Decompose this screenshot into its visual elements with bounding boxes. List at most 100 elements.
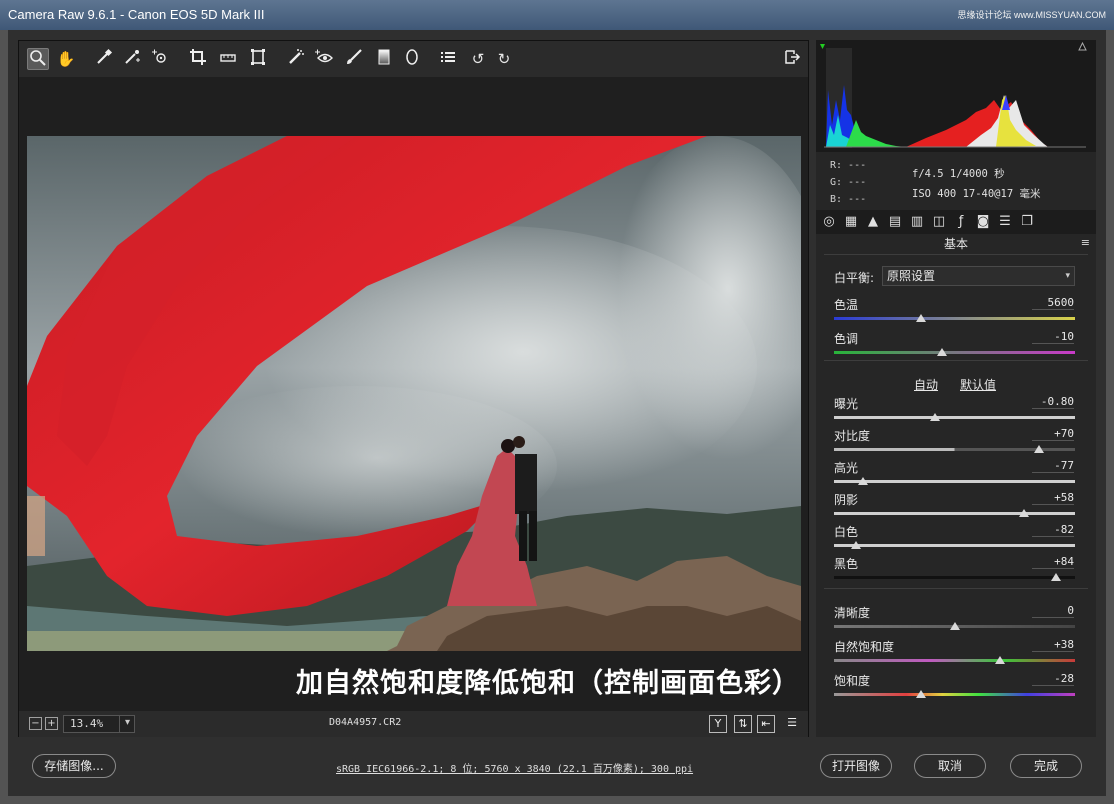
red-eye-icon[interactable] (313, 48, 335, 70)
graduated-filter-icon[interactable] (373, 48, 395, 70)
saturation-slider-thumb[interactable] (915, 690, 926, 698)
temperature-slider-thumb[interactable] (915, 314, 926, 322)
temperature-value-field[interactable]: 5600 (1032, 296, 1074, 310)
highlight-clip-icon[interactable] (1078, 42, 1090, 54)
hand-icon[interactable]: ✋ (55, 48, 77, 70)
color-sampler-icon[interactable] (121, 48, 143, 70)
shadows-slider-thumb[interactable] (1019, 509, 1030, 517)
whites-slider[interactable] (834, 544, 1075, 547)
radial-filter-icon[interactable] (401, 48, 423, 70)
camera-calibration-tab-icon[interactable]: ◙ (974, 213, 992, 231)
whites-label: 白色 (834, 525, 859, 539)
done-button[interactable]: 完成 (1010, 754, 1082, 778)
preferences-icon[interactable] (437, 48, 459, 70)
tint-slider-thumb[interactable] (937, 348, 948, 356)
chevron-down-icon[interactable]: ▾ (119, 715, 135, 733)
rgb-readout: R: --- G: --- B: --- (830, 157, 866, 208)
zoom-out-button[interactable]: − (29, 717, 42, 730)
saturation-slider[interactable] (834, 693, 1075, 696)
detail-tab-icon[interactable]: ▲ (864, 213, 882, 231)
shadows-value-field[interactable]: +58 (1032, 491, 1074, 505)
divider (824, 588, 1088, 589)
vibrance-slider[interactable] (834, 659, 1075, 662)
basic-tab-icon[interactable]: ◎ (820, 213, 838, 231)
exposure-slider[interactable] (834, 416, 1075, 419)
tint-value-field[interactable]: -10 (1032, 330, 1074, 344)
title-bar[interactable]: Camera Raw 9.6.1 - Canon EOS 5D Mark III… (0, 0, 1114, 30)
snapshots-tab-icon[interactable]: ❐ (1018, 213, 1036, 231)
exposure-info: f/4.5 1/4000 秒 (912, 168, 1005, 180)
contrast-value-field[interactable]: +70 (1032, 427, 1074, 441)
straighten-icon[interactable] (217, 48, 239, 70)
exposure-slider-thumb[interactable] (930, 413, 941, 421)
workflow-options-link[interactable]: sRGB IEC61966-2.1; 8 位; 5760 x 3840 (22.… (336, 760, 693, 775)
clarity-slider-thumb[interactable] (949, 622, 960, 630)
exposure-label: 曝光 (834, 397, 859, 411)
whites-slider-thumb[interactable] (850, 541, 861, 549)
rgb-r: R: --- (830, 160, 867, 171)
image-caption: 加自然饱和度降低饱和（控制画面色彩） (296, 668, 800, 699)
vibrance-slider-thumb[interactable] (995, 656, 1006, 664)
effects-tab-icon[interactable]: ƒ (952, 213, 970, 231)
panel-tabs: ◎ ▦ ▲ ▤ ▥ ◫ ƒ ◙ ☰ ❐ (816, 210, 1096, 234)
blacks-slider-thumb[interactable] (1050, 573, 1061, 581)
tint-slider[interactable] (834, 351, 1075, 354)
temperature-label: 色温 (834, 298, 859, 312)
targeted-adjust-icon[interactable] (149, 48, 171, 70)
whites-value-field[interactable]: -82 (1032, 523, 1074, 537)
zoom-icon[interactable] (27, 48, 49, 70)
white-balance-value: 原照设置 (887, 269, 936, 283)
shadow-clip-icon[interactable] (818, 42, 830, 54)
white-balance-icon[interactable] (93, 48, 115, 70)
spot-removal-icon[interactable] (285, 48, 307, 70)
saturation-label: 饱和度 (834, 674, 871, 688)
open-image-button[interactable]: 打开图像 (820, 754, 892, 778)
highlights-value-field[interactable]: -77 (1032, 459, 1074, 473)
crop-icon[interactable] (187, 48, 209, 70)
swap-settings-icon[interactable]: ⇅ (734, 715, 752, 733)
cancel-button[interactable]: 取消 (914, 754, 986, 778)
rotate-right-icon[interactable]: ↻ (493, 48, 515, 70)
lens-tab-icon[interactable]: ◫ (930, 213, 948, 231)
contrast-slider-thumb[interactable] (1033, 445, 1044, 453)
hsl-tab-icon[interactable]: ▤ (886, 213, 904, 231)
preview-image[interactable] (27, 136, 801, 651)
transform-icon[interactable] (247, 48, 269, 70)
adjustment-brush-icon[interactable] (343, 48, 365, 70)
zoom-in-button[interactable]: + (45, 717, 58, 730)
preview-settings-icon[interactable]: ☰ (783, 715, 801, 733)
clarity-value-field[interactable]: 0 (1032, 604, 1074, 618)
rotate-left-icon[interactable]: ↺ (467, 48, 489, 70)
panel-menu-icon[interactable]: ≡ (1081, 236, 1090, 249)
camera-raw-window: Camera Raw 9.6.1 - Canon EOS 5D Mark III… (0, 0, 1114, 804)
toolbar: ✋ ↺ ↻ (19, 41, 808, 77)
before-after-icon[interactable]: Y (709, 715, 727, 733)
highlights-slider-thumb[interactable] (857, 477, 868, 485)
exposure-value-field[interactable]: -0.80 (1032, 395, 1074, 409)
highlights-slider[interactable] (834, 480, 1075, 483)
copy-settings-icon[interactable]: ⇤ (757, 715, 775, 733)
white-balance-select[interactable]: 原照设置 ▾ (882, 266, 1075, 286)
default-link[interactable]: 默认值 (960, 376, 996, 393)
divider (824, 254, 1088, 255)
blacks-label: 黑色 (834, 557, 859, 571)
toggle-fullscreen-icon[interactable] (781, 48, 803, 70)
shadows-slider[interactable] (834, 512, 1075, 515)
highlights-label: 高光 (834, 461, 859, 475)
shadows-label: 阴影 (834, 493, 859, 507)
bottom-bar: 存储图像... sRGB IEC61966-2.1; 8 位; 5760 x 3… (8, 740, 1106, 794)
vibrance-value-field[interactable]: +38 (1032, 638, 1074, 652)
tone-curve-tab-icon[interactable]: ▦ (842, 213, 860, 231)
blacks-value-field[interactable]: +84 (1032, 555, 1074, 569)
saturation-value-field[interactable]: -28 (1032, 672, 1074, 686)
auto-link[interactable]: 自动 (914, 376, 938, 393)
chevron-down-icon: ▾ (1065, 271, 1070, 281)
save-image-button[interactable]: 存储图像... (32, 754, 116, 778)
presets-tab-icon[interactable]: ☰ (996, 213, 1014, 231)
adjustments-panel: R: --- G: --- B: --- f/4.5 1/4000 秒 ISO … (816, 40, 1096, 737)
rgb-b: B: --- (830, 194, 867, 205)
blacks-slider[interactable] (834, 576, 1075, 579)
split-toning-tab-icon[interactable]: ▥ (908, 213, 926, 231)
contrast-label: 对比度 (834, 429, 871, 443)
temperature-slider[interactable] (834, 317, 1075, 320)
